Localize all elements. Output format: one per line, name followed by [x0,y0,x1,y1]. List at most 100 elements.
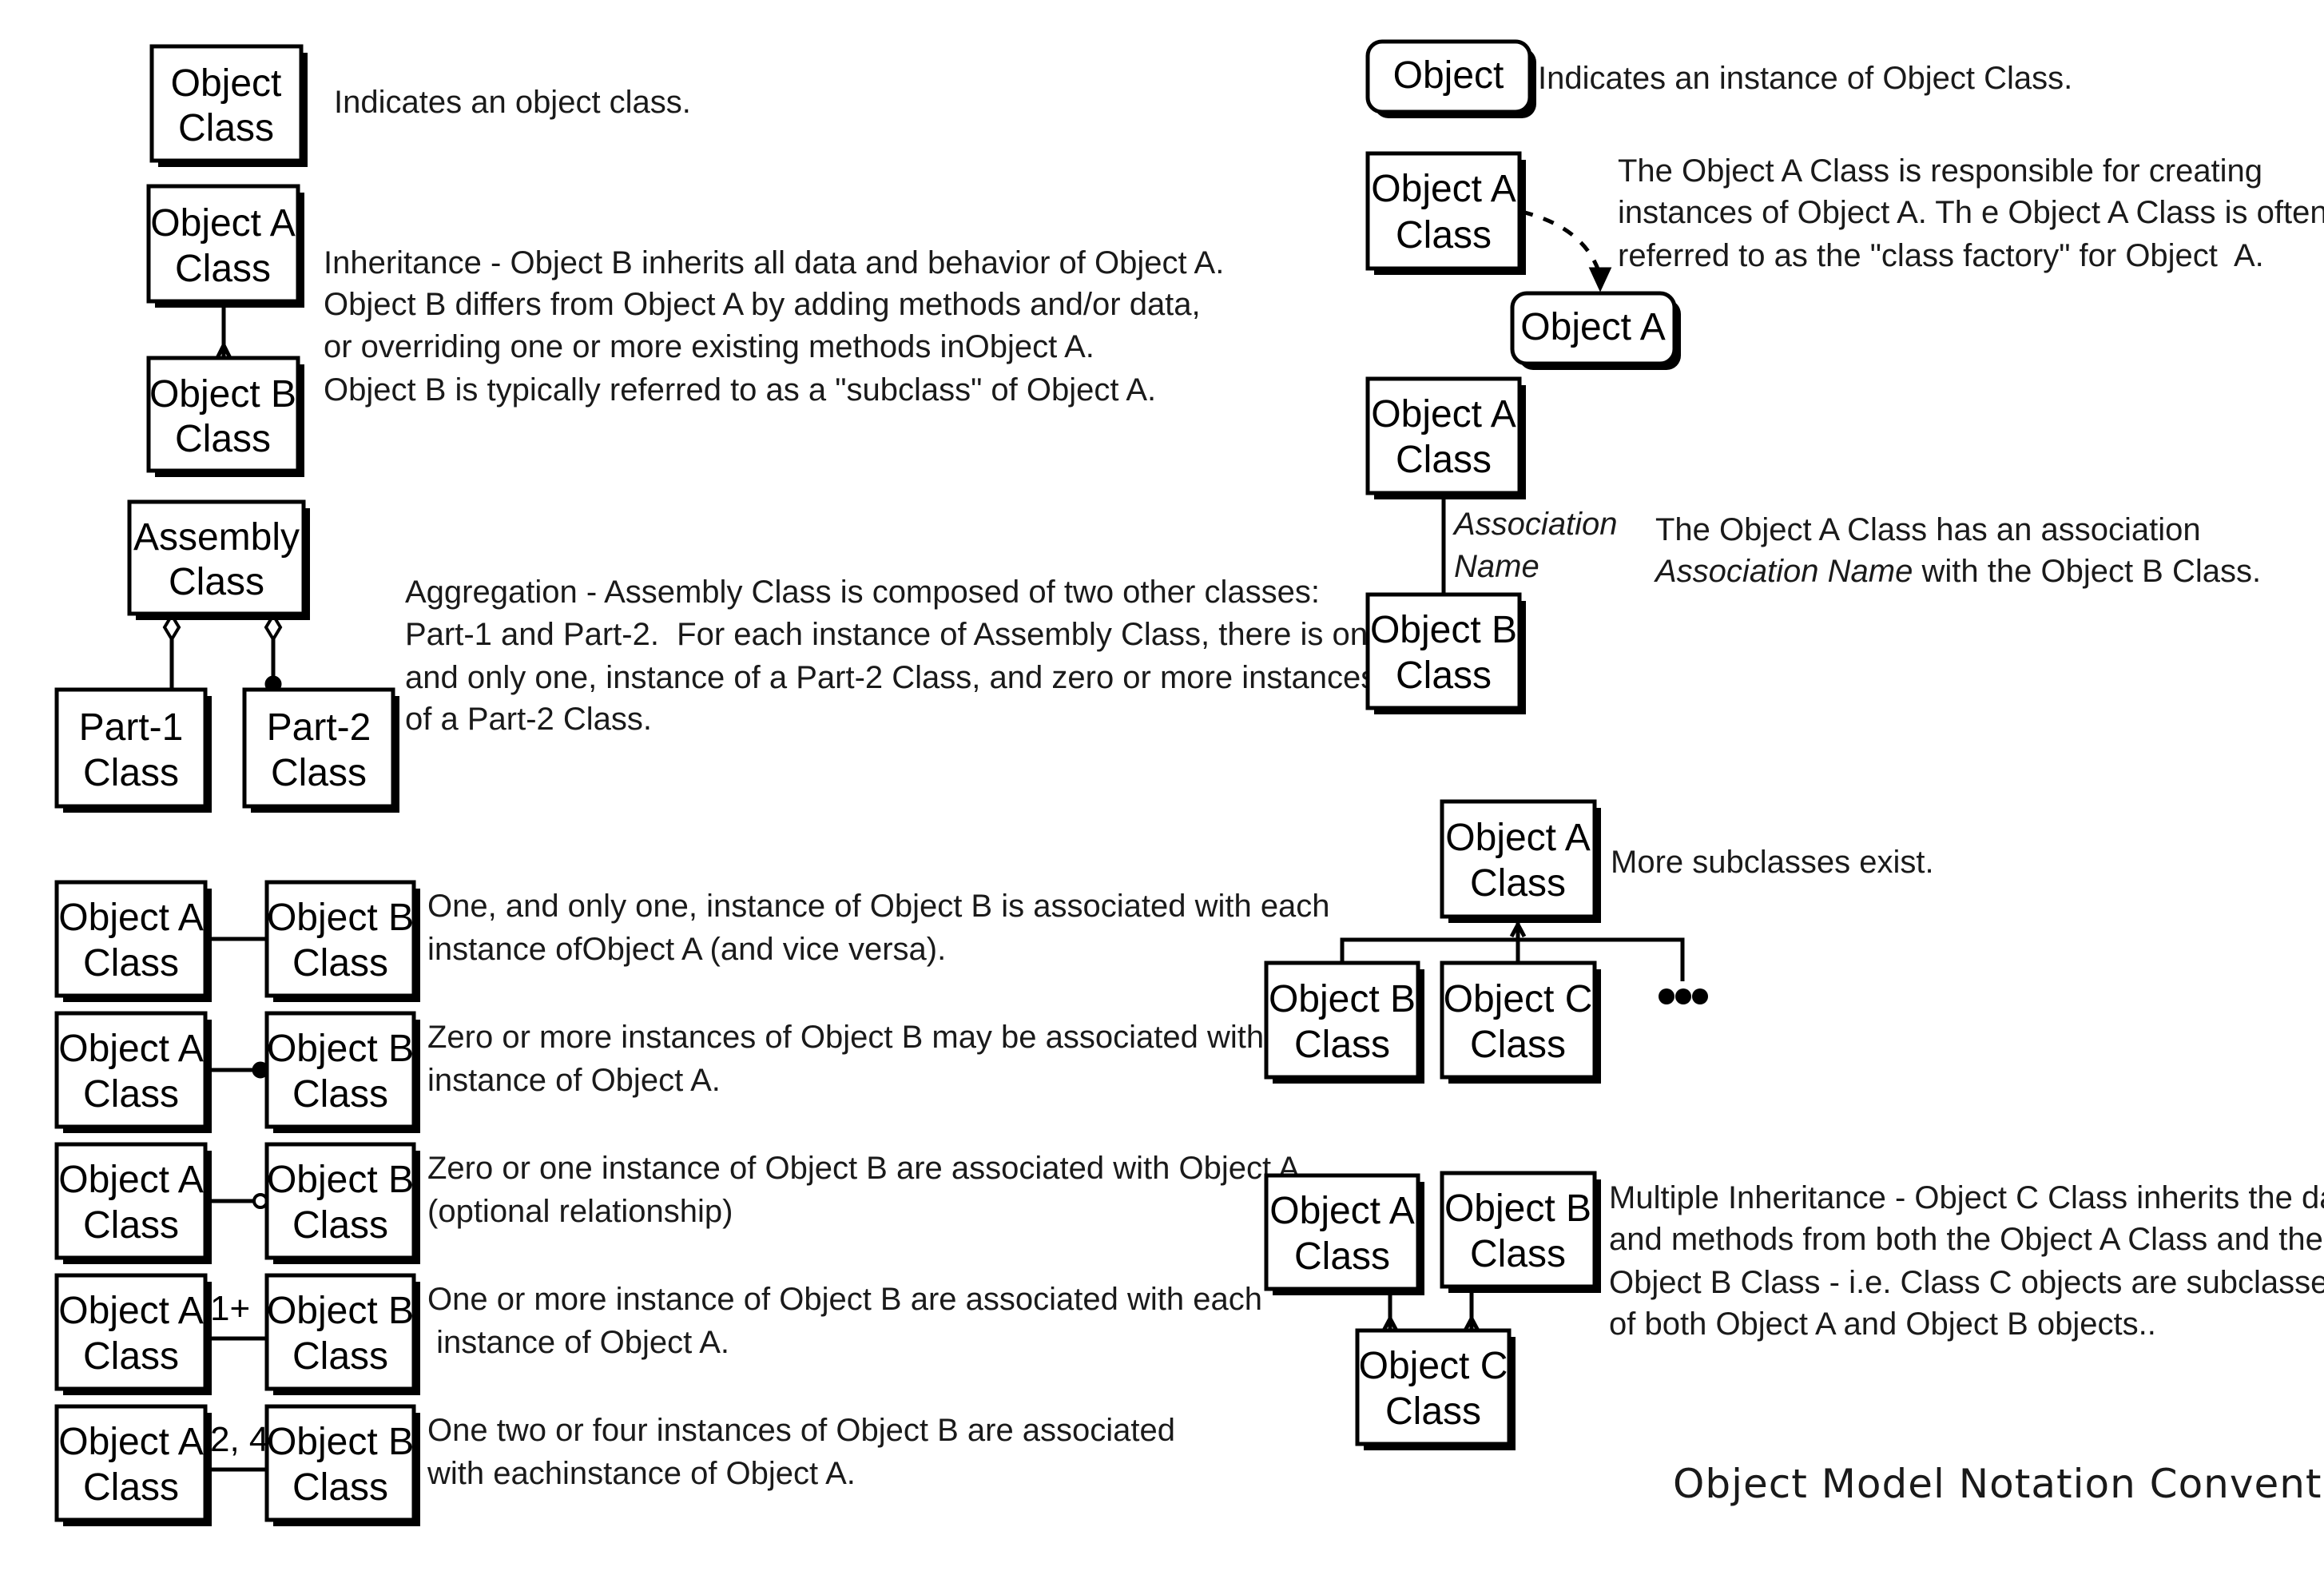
description-line: Part-1 and Part-2. For each instance of … [405,617,1394,652]
box-label-line2: Class [1470,862,1566,905]
association-top-box: Object A Class [1365,376,1526,499]
box-label-line1: Object B [1269,978,1416,1020]
box-label-line2: Class [178,107,274,149]
left-class-box: Object AClass [54,1142,212,1264]
arrowhead-icon [1588,267,1612,292]
box-label-line1: Object A [1445,817,1590,859]
assembly-class-box: Assembly Class [127,499,310,620]
mi-parent-a-box: Object A Class [1264,1173,1424,1295]
part1-class-box: Part-1 Class [54,687,212,813]
association-description-line2: Association Name with the Object B Class… [1654,554,2261,589]
box-label-line2: Class [175,418,271,460]
ellipsis-dot [1692,988,1708,1004]
box-label-line1: Object B [267,897,414,939]
description-line: or overriding one or more existing metho… [324,329,1094,364]
ellipsis-dot [1675,988,1691,1004]
multiplicity-row: Object AClass Object BClassZero or one in… [54,1142,1300,1264]
box-label-line2: Class [1385,1390,1481,1433]
description-line: Zero or one instance of Object B are ass… [427,1151,1300,1186]
box-label: Object A [1520,306,1665,348]
box-label-line1: Object A [1371,393,1516,436]
box-label-line1: Object B [267,1290,414,1332]
subclass-parent-box: Object A Class [1440,799,1601,923]
association-description-rest: with the Object B Class. [1913,554,2261,589]
object-class-box: Object Class [149,44,308,167]
box-label-line2: Class [292,1204,388,1247]
box-label-line2: Class [292,1335,388,1378]
factory-description: The Object A Class is responsible for cr… [1618,153,2324,273]
box-label-line1: Object B [1444,1187,1591,1230]
multiplicity-row: 2, 4Object AClassObject BClassOne two or… [54,1404,1175,1526]
description-line: One or more instance of Object B are ass… [427,1282,1262,1317]
inheritance-parent-box: Object A Class [146,184,304,308]
box-label-line2: Class [292,942,388,984]
description-line: Object B is typically referred to as a "… [324,372,1156,408]
description-line: (optional relationship) [427,1194,733,1229]
box-label-line2: Class [83,1204,179,1247]
box-label-line1: Part-1 [79,706,184,749]
box-label-line1: Object B [267,1421,414,1463]
box-label-line1: Object A [58,897,203,939]
subclass-child-b-box: Object B Class [1264,961,1424,1084]
mi-parent-b-box: Object B Class [1440,1171,1601,1293]
object-class-description: Indicates an object class. [334,85,691,120]
description-line: Multiple Inheritance - Object C Class in… [1609,1180,2324,1215]
right-class-box: Object BClass [264,1142,420,1264]
box-label-line1: Object B [267,1028,414,1070]
box-label-line2: Class [1470,1024,1566,1066]
description-line: of both Object A and Object B objects.. [1609,1307,2156,1342]
box-label-line1: Object C [1444,978,1593,1020]
multiplicity-row: Object AClassObject BClassOne, and only … [54,880,1330,1002]
box-label-line2: Class [271,752,367,794]
subclass-child-c-box: Object C Class [1440,961,1601,1084]
box-label-line1: Object A [58,1421,203,1463]
multiplicity-row: 1+Object AClassObject BClassOne or more … [54,1273,1262,1395]
description-line: One two or four instances of Object B ar… [427,1413,1175,1448]
box-label-line2: Class [83,1466,179,1509]
description-line: Zero or more instances of Object B may b… [427,1020,1342,1055]
association-name-label: Association [1452,507,1618,542]
box-label-line2: Class [175,248,271,290]
box-label-line1: Object A [58,1290,203,1332]
multiplicity-rows: Object AClassObject BClassOne, and only … [54,880,1342,1526]
right-class-box: Object BClass [264,1011,420,1133]
box-label-line1: Object A [1269,1190,1414,1232]
box-label-line2: Class [169,561,264,603]
box-label-line1: Object B [1370,609,1517,651]
box-label-line2: Class [83,942,179,984]
object-instance-description: Indicates an instance of Object Class. [1538,61,2072,96]
factory-instance-box: Object A [1510,291,1681,370]
box-label-line2: Class [1396,654,1492,697]
more-subclasses-description: More subclasses exist. [1611,845,1934,880]
description-line: Object B differs from Object A by adding… [324,287,1201,322]
notation-diagram: Object Class Indicates an object class. … [54,39,2324,1526]
box-label-line2: Class [1294,1235,1390,1278]
aggregation-description: Aggregation - Assembly Class is composed… [405,575,1394,737]
association-description-line1: The Object A Class has an association [1655,512,2201,547]
association-name-italic: Association Name [1654,554,1913,589]
box-label-line1: Object [171,62,282,105]
description-line: One, and only one, instance of Object B … [427,889,1330,924]
box-label-line2: Class [1396,439,1492,481]
box-label: Object [1393,54,1504,97]
box-label-line2: Class [1470,1233,1566,1275]
multiplicity-label: 1+ [210,1289,250,1328]
box-label-line1: Object C [1359,1345,1508,1387]
description-line: with eachinstance of Object A. [427,1456,856,1491]
multiplicity-row: Object AClassObject BClassZero or more i… [54,1011,1342,1133]
box-label-line2: Class [83,752,179,794]
ellipsis-icon [1659,988,1708,1004]
box-label-line1: Object A [150,202,295,245]
diagram-title: Object Model Notation Conventions [1673,1461,2324,1507]
box-label-line1: Part-2 [267,706,371,749]
description-line: The Object A Class is responsible for cr… [1618,153,2262,189]
factory-dashed-connector [1521,209,1603,276]
description-line: instance of Object A. [427,1325,729,1360]
box-label-line1: Object B [149,373,296,416]
description-line: Object B Class - i.e. Class C objects ar… [1609,1265,2324,1300]
box-label-line2: Class [1396,214,1492,257]
left-class-box: Object AClass [54,1404,212,1526]
inheritance-child-box: Object B Class [146,356,304,477]
left-class-box: Object AClass [54,880,212,1002]
part2-class-box: Part-2 Class [242,687,399,813]
